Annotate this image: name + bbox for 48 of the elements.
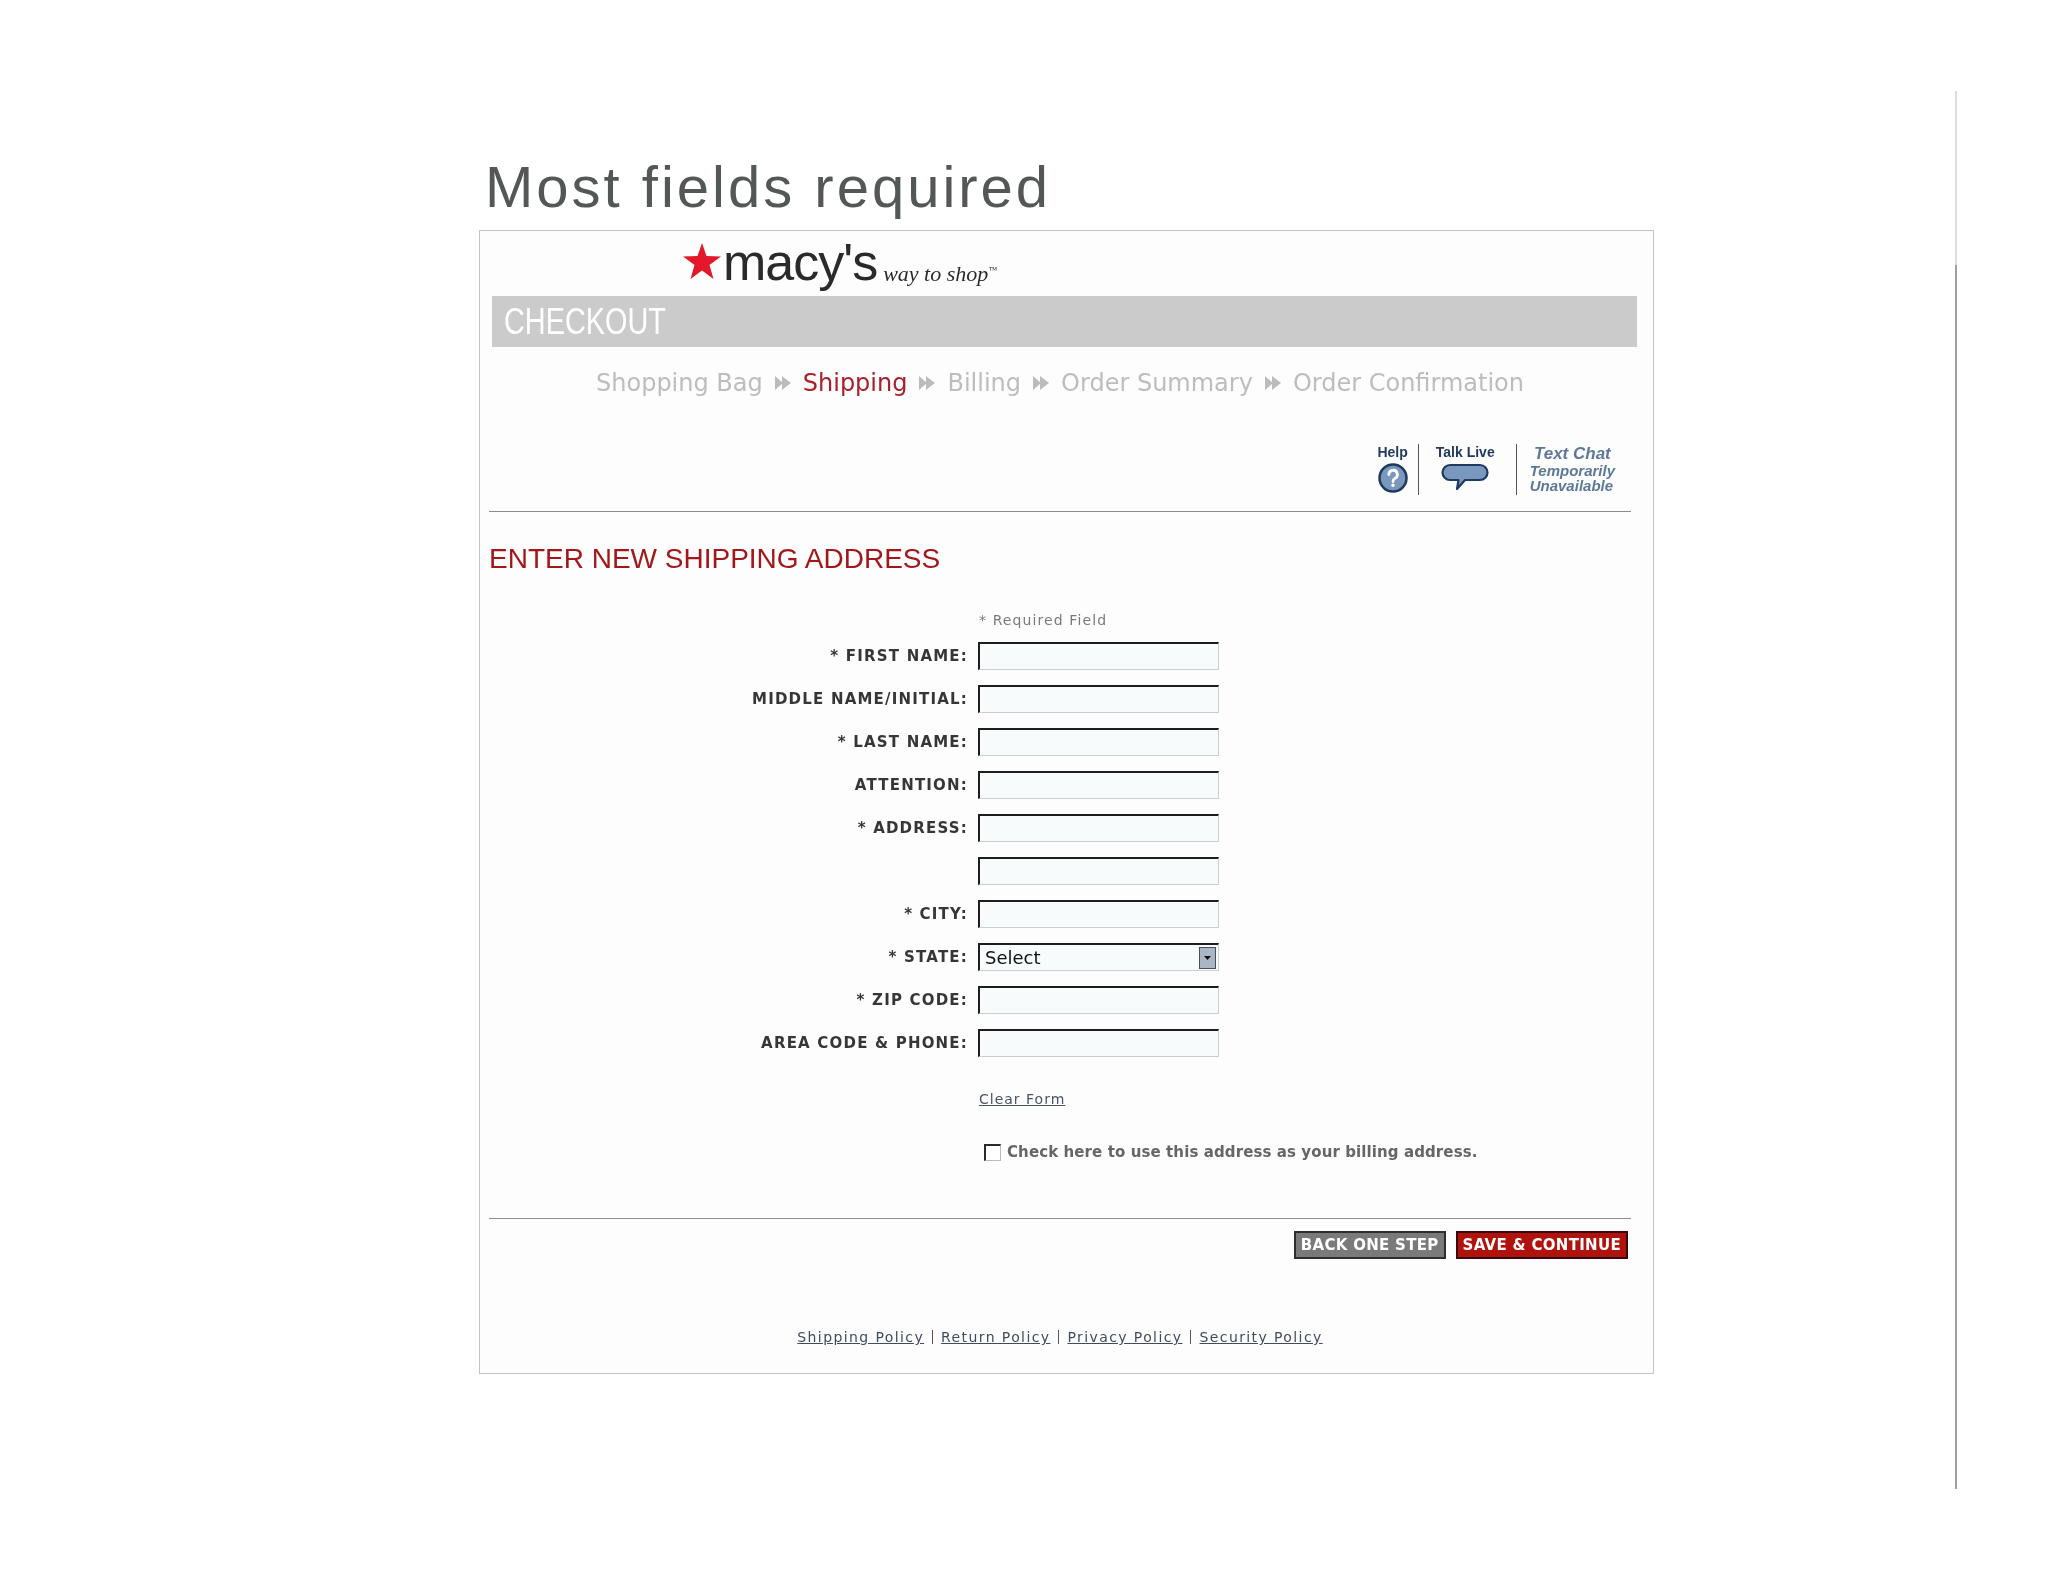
save-continue-button[interactable]: SAVE & CONTINUE xyxy=(1455,1231,1628,1259)
logo-wordmark: macy's xyxy=(723,233,878,291)
checkbox[interactable] xyxy=(984,1143,1001,1161)
state-select[interactable]: Select xyxy=(978,943,1219,971)
checkout-step: Shipping xyxy=(802,368,908,398)
help-icon[interactable] xyxy=(1377,463,1408,493)
text-input[interactable] xyxy=(978,728,1219,756)
text-input[interactable] xyxy=(978,900,1219,928)
double-arrow-icon xyxy=(1032,374,1051,392)
text-input[interactable] xyxy=(978,685,1219,713)
checkbox-label: Check here to use this address as your billing address. xyxy=(1007,1143,1478,1161)
text-input[interactable] xyxy=(978,771,1219,799)
text-input[interactable] xyxy=(978,642,1219,670)
text-input[interactable] xyxy=(978,857,1219,885)
field-label: * ZIP CODE: xyxy=(856,991,968,1009)
star-icon xyxy=(683,243,721,279)
text-input[interactable] xyxy=(978,986,1219,1014)
back-button[interactable]: BACK ONE STEP xyxy=(1293,1231,1446,1259)
speech-bubble-icon[interactable] xyxy=(1441,463,1490,491)
help-label: Help xyxy=(1377,444,1408,461)
field-label: * FIRST NAME: xyxy=(830,647,968,665)
checkout-step: Shopping Bag xyxy=(596,368,763,398)
field-label: * STATE: xyxy=(888,948,968,966)
chat-status-text: Temporarily Unavailable xyxy=(1529,463,1615,493)
text-chat-label: Text Chat xyxy=(1533,444,1611,463)
text-input[interactable] xyxy=(978,1029,1219,1057)
field-label: AREA CODE & PHONE: xyxy=(761,1034,968,1052)
field-label: * CITY: xyxy=(904,905,968,923)
text-input[interactable] xyxy=(978,814,1219,842)
section-heading: ENTER NEW SHIPPING ADDRESS xyxy=(489,545,941,573)
checkout-step: Order Summary xyxy=(1061,368,1253,398)
policy-link[interactable]: Return Policy xyxy=(941,1328,1051,1346)
logo-tagline: way to shop$^{™}$ xyxy=(883,260,998,288)
field-label: MIDDLE NAME/INITIAL: xyxy=(752,690,968,708)
field-label: ATTENTION: xyxy=(854,776,968,794)
talk-live-label: Talk Live xyxy=(1435,444,1495,461)
required-field-note: * Required Field xyxy=(979,611,1108,629)
policy-link[interactable]: Security Policy xyxy=(1199,1328,1323,1346)
checkout-step: Billing xyxy=(947,368,1022,398)
checkout-step: Order Confirmation xyxy=(1292,368,1524,398)
double-arrow-icon xyxy=(1263,374,1282,392)
field-label: * ADDRESS: xyxy=(857,819,968,837)
clear-form-link[interactable]: Clear Form xyxy=(979,1090,1066,1108)
double-arrow-icon xyxy=(918,374,937,392)
double-arrow-icon xyxy=(773,374,792,392)
policy-link[interactable]: Privacy Policy xyxy=(1067,1328,1183,1346)
field-label: * LAST NAME: xyxy=(837,733,968,751)
policy-link[interactable]: Shipping Policy xyxy=(797,1328,925,1346)
